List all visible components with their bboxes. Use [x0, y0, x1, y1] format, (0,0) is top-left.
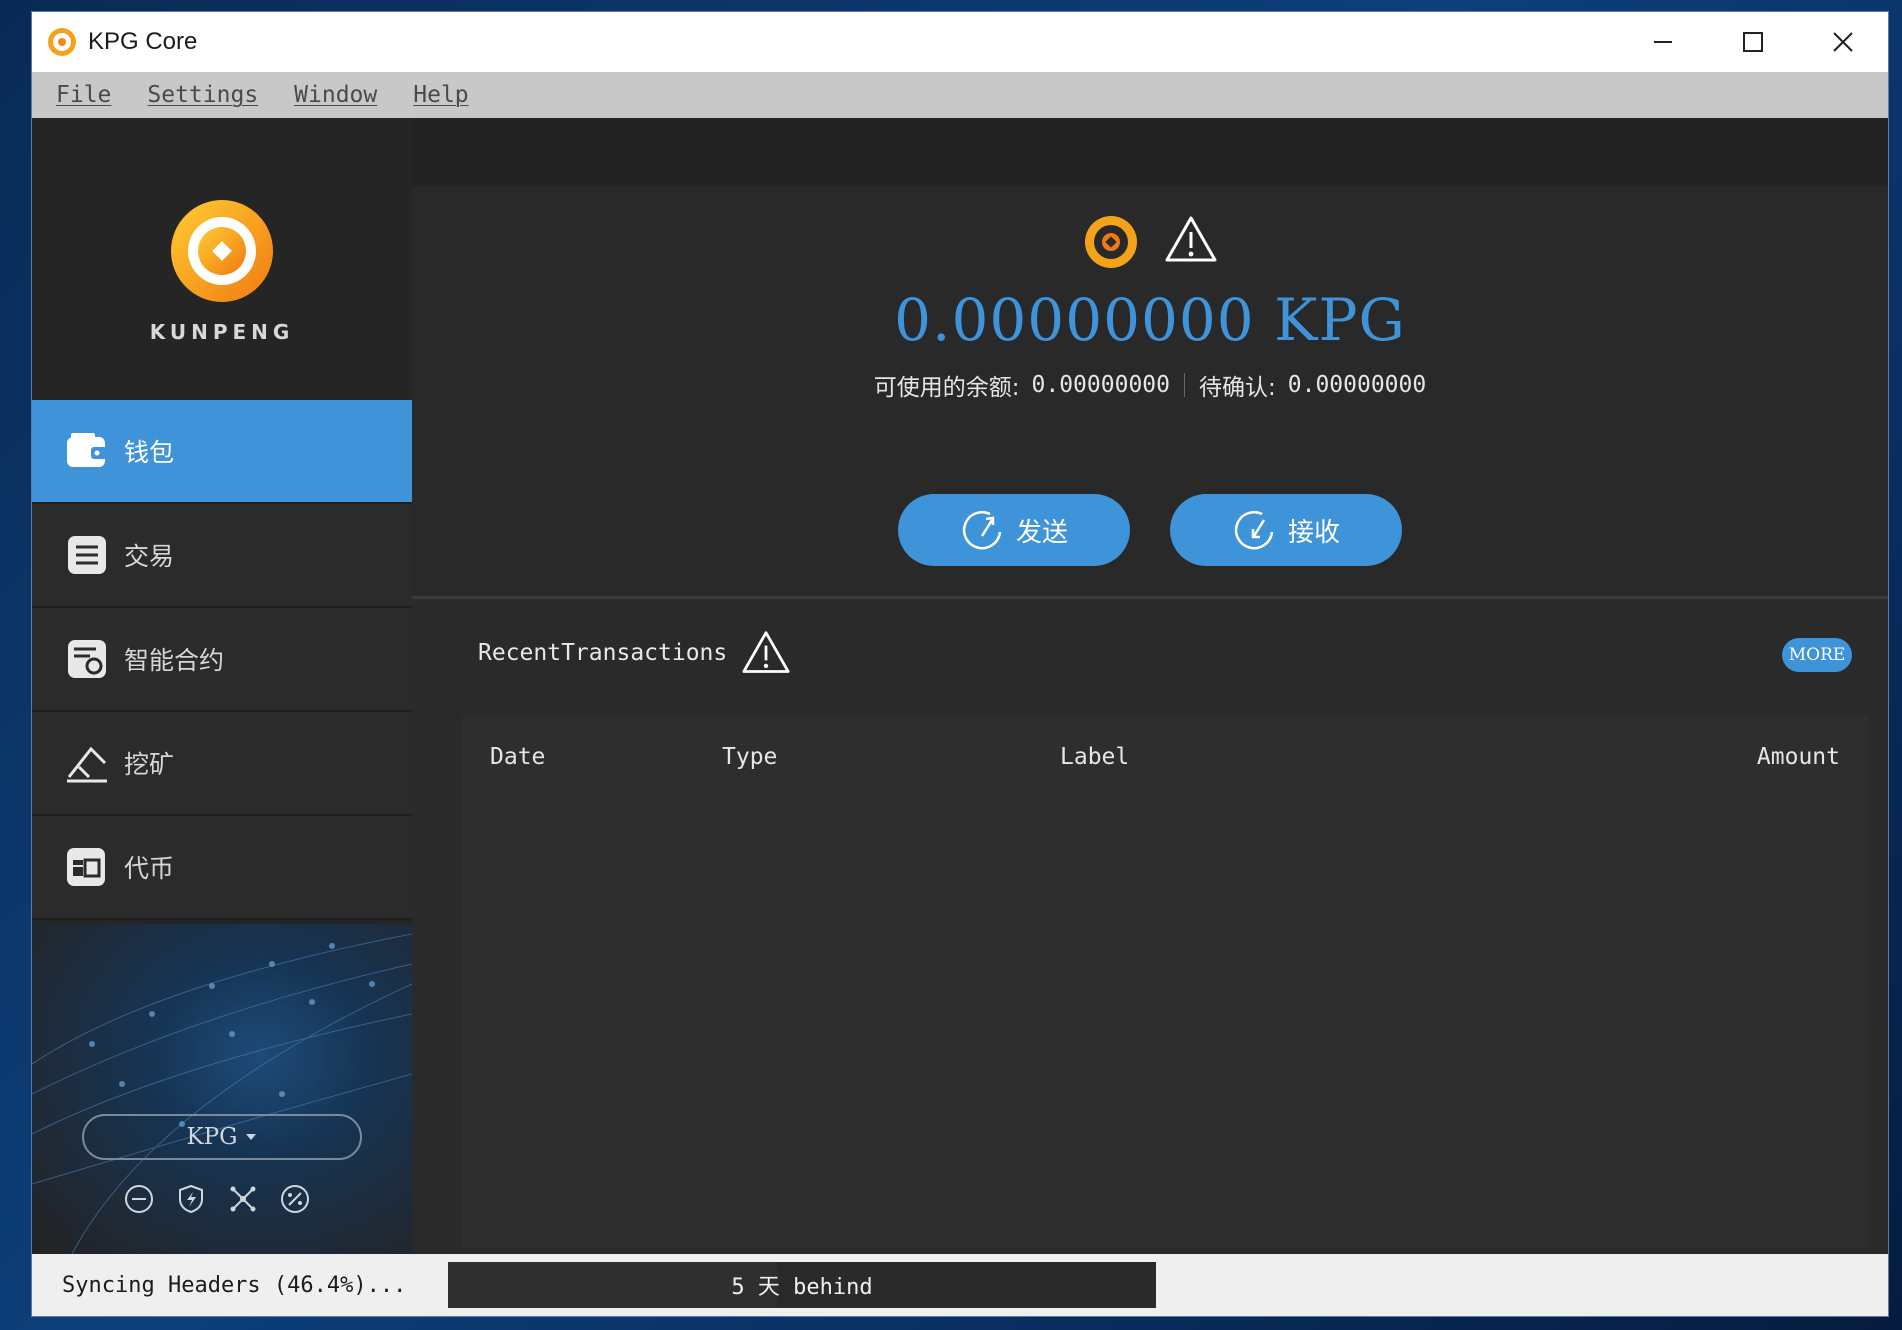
status-bar: Syncing Headers (46.4%)... 5 天 behind — [32, 1254, 1888, 1316]
sidebar-toolbar — [122, 1182, 330, 1216]
caret-down-icon — [245, 1134, 256, 1140]
sidebar-item-label: 钱包 — [124, 438, 175, 467]
sidebar-item-mining[interactable]: 挖矿 — [32, 712, 412, 816]
balance-separator — [1184, 373, 1185, 397]
kunpeng-logo-icon — [171, 200, 273, 302]
pending-label: 待确认: — [1199, 375, 1276, 401]
receive-icon — [1234, 510, 1274, 550]
sync-progress-text: 5 天 behind — [731, 1275, 873, 1300]
available-label: 可使用的余额: — [873, 375, 1020, 401]
transactions-table: Date Type Label Amount — [462, 716, 1868, 1248]
menu-help[interactable]: Help — [413, 82, 468, 108]
mining-icon — [64, 740, 110, 786]
close-icon — [1833, 32, 1853, 52]
wallet-icon — [64, 428, 110, 474]
minimize-icon — [1654, 41, 1672, 43]
column-amount[interactable]: Amount — [1757, 744, 1840, 770]
coin-selector-value: KPG — [186, 1124, 238, 1150]
maximize-icon — [1743, 32, 1763, 52]
receive-label: 接收 — [1287, 517, 1340, 548]
receive-button[interactable]: 接收 — [1170, 494, 1402, 566]
total-balance: 0.00000000 KPG — [894, 286, 1406, 354]
menu-bar: File Settings Window Help — [32, 72, 1888, 118]
available-value: 0.00000000 — [1031, 372, 1170, 398]
warning-icon[interactable] — [741, 629, 791, 677]
column-date[interactable]: Date — [490, 744, 545, 770]
minus-circle-icon[interactable] — [122, 1182, 156, 1216]
brand: KUNPENG — [32, 198, 412, 344]
sidebar: KUNPENG 钱包 交易 智能合约 挖矿 代币 KPG — [32, 118, 412, 1254]
send-label: 发送 — [1015, 517, 1068, 548]
window-title: KPG Core — [88, 28, 198, 55]
balance-overview: 0.00000000 KPG 可使用的余额: 0.00000000 待确认: 0… — [412, 186, 1888, 596]
sidebar-item-smart-contract[interactable]: 智能合约 — [32, 608, 412, 712]
sync-status: Syncing Headers (46.4%)... — [62, 1272, 407, 1298]
percent-circle-icon[interactable] — [278, 1182, 312, 1216]
sidebar-item-label: 智能合约 — [124, 646, 225, 675]
sidebar-item-label: 交易 — [124, 542, 175, 571]
maximize-button[interactable] — [1708, 12, 1798, 72]
sidebar-network-art: KPG — [32, 924, 412, 1254]
column-label[interactable]: Label — [1060, 744, 1129, 770]
sync-progress-bar: 5 天 behind — [448, 1262, 1156, 1308]
send-icon — [962, 510, 1002, 550]
title-bar: KPG Core — [32, 12, 1888, 72]
sidebar-item-label: 挖矿 — [124, 750, 175, 779]
token-icon — [64, 844, 110, 890]
table-header: Date Type Label Amount — [462, 716, 1868, 800]
sidebar-nav: 钱包 交易 智能合约 挖矿 代币 — [32, 400, 412, 920]
network-nodes-icon[interactable] — [226, 1182, 260, 1216]
sync-progress-fill — [448, 1262, 777, 1308]
sidebar-item-wallet[interactable]: 钱包 — [32, 400, 412, 504]
app-window: KPG Core File Settings Window Help KUNPE… — [32, 12, 1888, 1316]
menu-file[interactable]: File — [56, 82, 111, 108]
warning-icon[interactable] — [1165, 214, 1217, 266]
recent-transactions-header: RecentTransactions MORE — [412, 598, 1888, 708]
sidebar-item-label: 代币 — [124, 854, 175, 883]
column-type[interactable]: Type — [722, 744, 777, 770]
more-button[interactable]: MORE — [1782, 638, 1852, 672]
balance-details: 可使用的余额: 0.00000000 待确认: 0.00000000 — [412, 368, 1888, 402]
coin-selector[interactable]: KPG — [82, 1114, 362, 1160]
main-panel: 0.00000000 KPG 可使用的余额: 0.00000000 待确认: 0… — [412, 186, 1888, 1254]
send-button[interactable]: 发送 — [898, 494, 1130, 566]
recent-transactions-title: RecentTransactions — [478, 640, 728, 666]
minimize-button[interactable] — [1618, 12, 1708, 72]
smart-contract-icon — [64, 636, 110, 682]
shield-icon[interactable] — [174, 1182, 208, 1216]
sidebar-item-transactions[interactable]: 交易 — [32, 504, 412, 608]
brand-name: KUNPENG — [149, 320, 295, 344]
menu-settings[interactable]: Settings — [147, 82, 258, 108]
sidebar-item-token[interactable]: 代币 — [32, 816, 412, 920]
close-button[interactable] — [1798, 12, 1888, 72]
pending-value: 0.00000000 — [1287, 372, 1427, 398]
app-logo-icon — [48, 28, 76, 56]
menu-window[interactable]: Window — [294, 82, 377, 108]
transactions-icon — [64, 532, 110, 578]
coin-logo-icon — [1085, 216, 1137, 268]
